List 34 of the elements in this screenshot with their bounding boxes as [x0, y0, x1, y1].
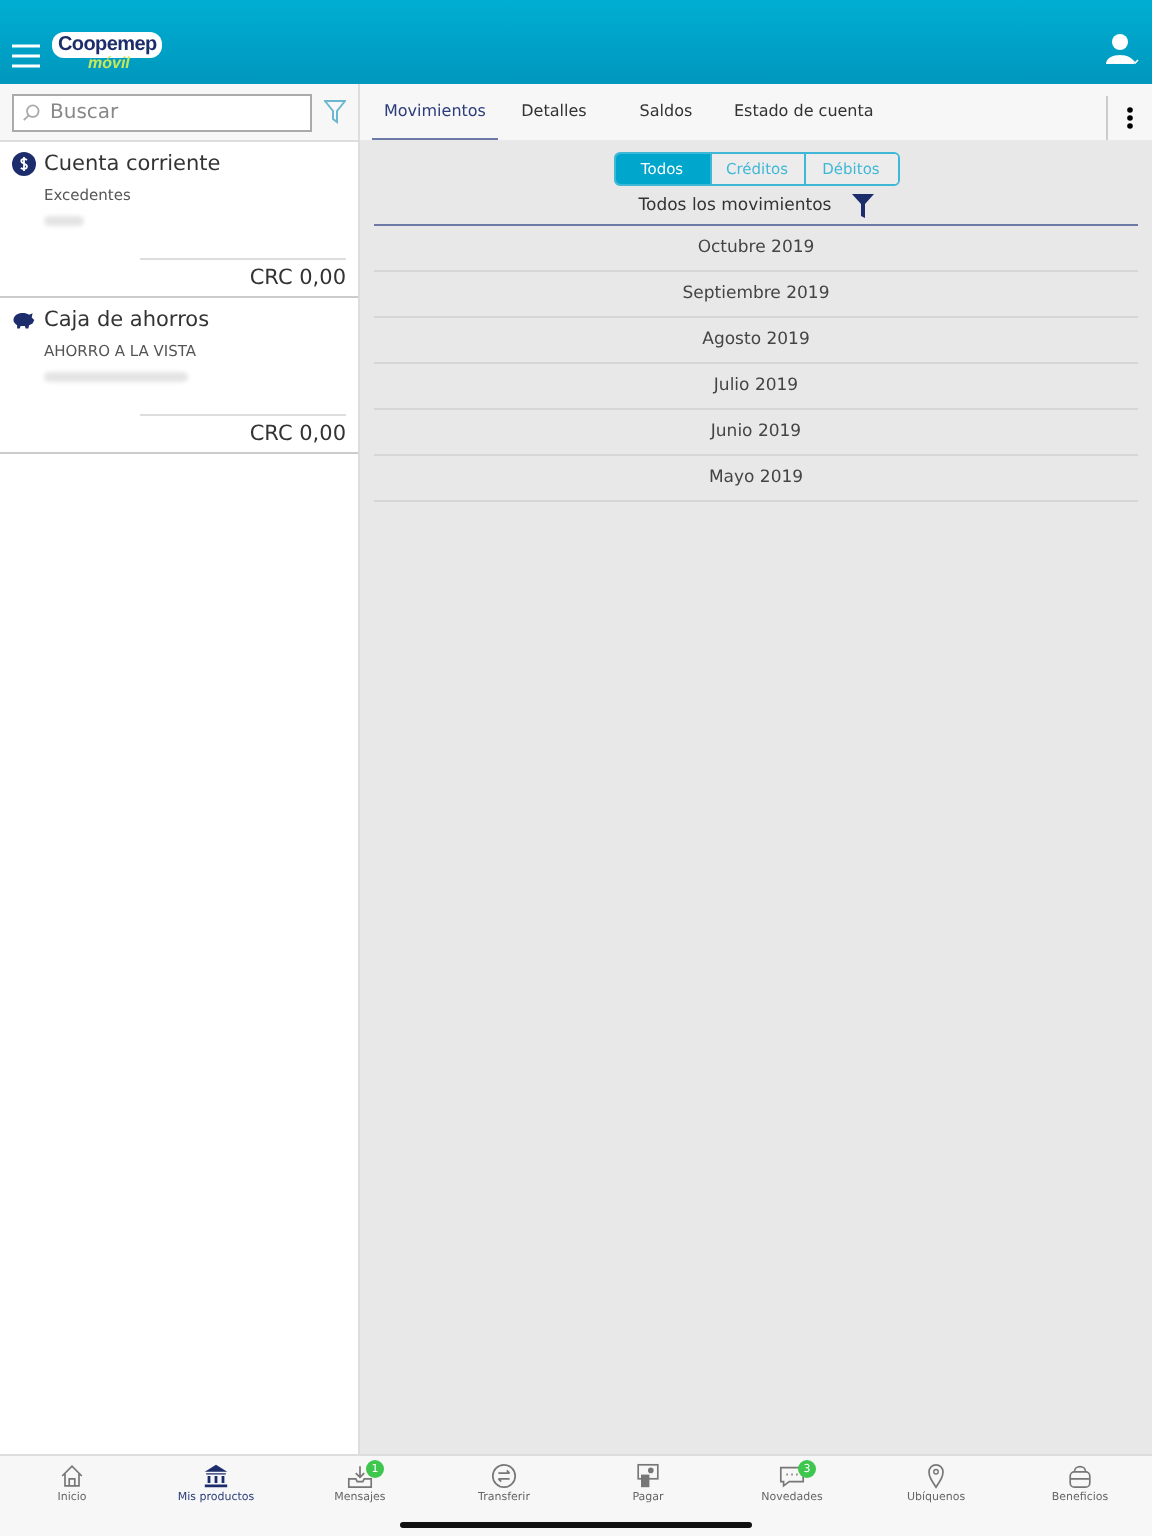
month-row[interactable]: Octubre 2019: [374, 226, 1138, 272]
transfer-icon: [490, 1462, 518, 1490]
payment-icon: [634, 1462, 662, 1490]
balance-amount: CRC 0,00: [140, 414, 346, 452]
location-icon: [922, 1462, 950, 1490]
dollar-icon: [12, 152, 36, 176]
logo-subtext: móvil: [88, 54, 130, 72]
balance-amount: CRC 0,00: [140, 258, 346, 296]
chat-icon: [778, 1462, 806, 1490]
home-icon: [58, 1462, 86, 1490]
inbox-icon: [346, 1462, 374, 1490]
month-row[interactable]: Julio 2019: [374, 364, 1138, 410]
tab[interactable]: Movimientos: [372, 84, 498, 140]
tab[interactable]: Estado de cuenta: [721, 84, 886, 140]
search-field[interactable]: Buscar: [12, 93, 312, 131]
tab[interactable]: Detalles: [497, 84, 610, 140]
month-row[interactable]: Mayo 2019: [374, 456, 1138, 502]
bag-icon: [1066, 1462, 1094, 1490]
logo-text: Coopemep: [52, 32, 163, 58]
more-icon[interactable]: [1126, 106, 1134, 130]
piggy-bank-icon: [12, 308, 36, 332]
blurred-number: [44, 372, 188, 382]
product-name[interactable]: Caja de ahorros: [44, 308, 210, 332]
tab[interactable]: Saldos: [609, 84, 722, 140]
blurred-number: [44, 216, 84, 226]
month-row[interactable]: Septiembre 2019: [374, 272, 1138, 318]
product-name[interactable]: Cuenta corriente: [44, 152, 221, 176]
user-icon[interactable]: [1104, 32, 1140, 68]
month-row[interactable]: Junio 2019: [374, 410, 1138, 456]
filter-icon[interactable]: [851, 194, 874, 218]
month-row[interactable]: Agosto 2019: [374, 318, 1138, 364]
menu-icon[interactable]: [12, 44, 40, 68]
filter-title: Todos los movimientos: [638, 196, 832, 216]
bank-icon: [202, 1462, 230, 1490]
